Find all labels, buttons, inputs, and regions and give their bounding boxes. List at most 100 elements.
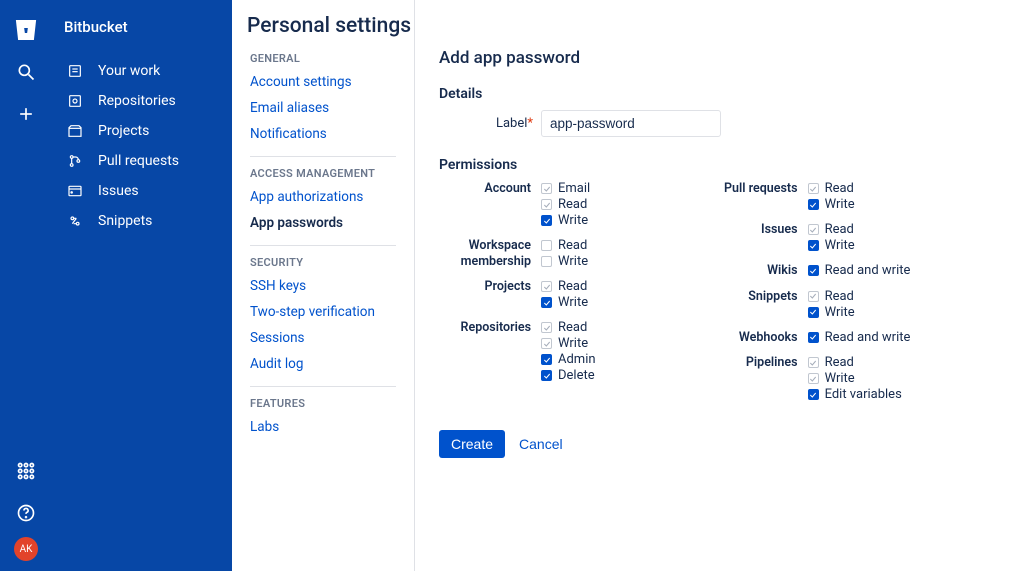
settings-link-ssh-keys[interactable]: SSH keys: [232, 273, 414, 299]
nav-item-issues[interactable]: Issues: [52, 176, 232, 206]
perm-option[interactable]: Email: [541, 181, 590, 196]
nav-item-snippets[interactable]: Snippets: [52, 206, 232, 236]
perm-option[interactable]: Read: [541, 279, 588, 294]
settings-link-notifications[interactable]: Notifications: [232, 121, 414, 147]
help-icon[interactable]: [8, 495, 44, 531]
checkbox-icon[interactable]: [808, 332, 819, 343]
app-switcher-icon[interactable]: [8, 453, 44, 489]
nav-icon: [64, 93, 86, 109]
perm-group-pull-requests: Pull requests ReadWrite: [706, 181, 911, 212]
page-title: Personal settings: [247, 14, 411, 38]
nav-item-your-work[interactable]: Your work: [52, 56, 232, 86]
perm-option-label: Write: [558, 254, 588, 269]
perm-option-label: Read: [558, 279, 587, 294]
perm-option-label: Read: [825, 181, 854, 196]
perm-option-label: Write: [558, 336, 588, 351]
checkbox-icon[interactable]: [541, 338, 552, 349]
perm-option-label: Read: [558, 320, 587, 335]
perm-option[interactable]: Write: [808, 197, 855, 212]
checkbox-icon[interactable]: [808, 199, 819, 210]
checkbox-icon[interactable]: [808, 224, 819, 235]
perm-option[interactable]: Write: [808, 371, 902, 386]
perm-option[interactable]: Write: [541, 295, 588, 310]
perm-option[interactable]: Read and write: [808, 263, 911, 278]
checkbox-icon[interactable]: [541, 183, 552, 194]
perm-option-label: Read: [825, 289, 854, 304]
settings-link-app-authorizations[interactable]: App authorizations: [232, 184, 414, 210]
settings-link-account-settings[interactable]: Account settings: [232, 69, 414, 95]
perm-option[interactable]: Read: [808, 355, 902, 370]
permissions-heading: Permissions: [439, 157, 1000, 173]
perm-group-label: Pull requests: [706, 181, 808, 197]
perm-option-label: Write: [825, 238, 855, 253]
perm-option[interactable]: Write: [541, 213, 590, 228]
perm-option[interactable]: Read and write: [808, 330, 911, 345]
checkbox-icon[interactable]: [541, 256, 552, 267]
checkbox-icon[interactable]: [541, 215, 552, 226]
perm-option[interactable]: Read: [541, 238, 588, 253]
perm-option[interactable]: Read: [808, 289, 855, 304]
checkbox-icon[interactable]: [808, 265, 819, 276]
perm-option-label: Write: [825, 371, 855, 386]
nav-item-pull-requests[interactable]: Pull requests: [52, 146, 232, 176]
perm-option[interactable]: Write: [541, 336, 596, 351]
settings-link-audit-log[interactable]: Audit log: [232, 351, 414, 377]
settings-link-sessions[interactable]: Sessions: [232, 325, 414, 351]
main-content: Add app password Details Label* Permissi…: [415, 0, 1024, 571]
checkbox-icon[interactable]: [541, 240, 552, 251]
perm-group-wikis: WikisRead and write: [706, 263, 911, 279]
checkbox-icon[interactable]: [808, 389, 819, 400]
checkbox-icon[interactable]: [541, 322, 552, 333]
cancel-button[interactable]: Cancel: [519, 436, 563, 452]
search-icon[interactable]: [8, 54, 44, 90]
perm-group-label: Wikis: [706, 263, 808, 279]
label-input[interactable]: [541, 110, 721, 137]
perm-option[interactable]: Read: [541, 197, 590, 212]
checkbox-icon[interactable]: [808, 373, 819, 384]
checkbox-icon[interactable]: [541, 370, 552, 381]
nav-item-label: Snippets: [98, 213, 152, 229]
user-avatar[interactable]: AK: [14, 537, 38, 561]
perm-group-label: Pipelines: [706, 355, 808, 371]
perm-option[interactable]: Delete: [541, 368, 596, 383]
perm-option[interactable]: Edit variables: [808, 387, 902, 402]
settings-link-app-passwords[interactable]: App passwords: [232, 210, 414, 236]
create-button[interactable]: Create: [439, 430, 505, 458]
checkbox-icon[interactable]: [541, 297, 552, 308]
perm-group-label: Webhooks: [706, 330, 808, 346]
checkbox-icon[interactable]: [541, 354, 552, 365]
perm-option[interactable]: Write: [808, 305, 855, 320]
checkbox-icon[interactable]: [808, 291, 819, 302]
settings-link-labs[interactable]: Labs: [232, 414, 414, 440]
nav-icon: [64, 123, 86, 139]
perm-group-label: Issues: [706, 222, 808, 238]
perm-option[interactable]: Write: [541, 254, 588, 269]
perm-option[interactable]: Read: [808, 181, 855, 196]
perm-option[interactable]: Admin: [541, 352, 596, 367]
nav-item-label: Repositories: [98, 93, 176, 109]
perm-group-pipelines: PipelinesReadWriteEdit variables: [706, 355, 911, 402]
perm-option[interactable]: Read: [541, 320, 596, 335]
perm-option-label: Read: [558, 238, 587, 253]
perm-option[interactable]: Write: [808, 238, 855, 253]
perm-group-issues: Issues ReadWrite: [706, 222, 911, 253]
settings-link-two-step-verification[interactable]: Two-step verification: [232, 299, 414, 325]
nav-item-label: Issues: [98, 183, 139, 199]
nav-item-repositories[interactable]: Repositories: [52, 86, 232, 116]
label-field-label: Label*: [439, 116, 541, 131]
settings-link-email-aliases[interactable]: Email aliases: [232, 95, 414, 121]
perm-group-snippets: SnippetsReadWrite: [706, 289, 911, 320]
checkbox-icon[interactable]: [541, 281, 552, 292]
create-icon[interactable]: [8, 96, 44, 132]
perm-option-label: Read: [825, 222, 854, 237]
checkbox-icon[interactable]: [808, 183, 819, 194]
perm-option-label: Write: [825, 305, 855, 320]
checkbox-icon[interactable]: [808, 307, 819, 318]
nav-item-label: Your work: [98, 63, 160, 79]
bitbucket-logo-icon[interactable]: [8, 12, 44, 48]
nav-item-projects[interactable]: Projects: [52, 116, 232, 146]
checkbox-icon[interactable]: [808, 240, 819, 251]
checkbox-icon[interactable]: [541, 199, 552, 210]
checkbox-icon[interactable]: [808, 357, 819, 368]
perm-option[interactable]: Read: [808, 222, 855, 237]
